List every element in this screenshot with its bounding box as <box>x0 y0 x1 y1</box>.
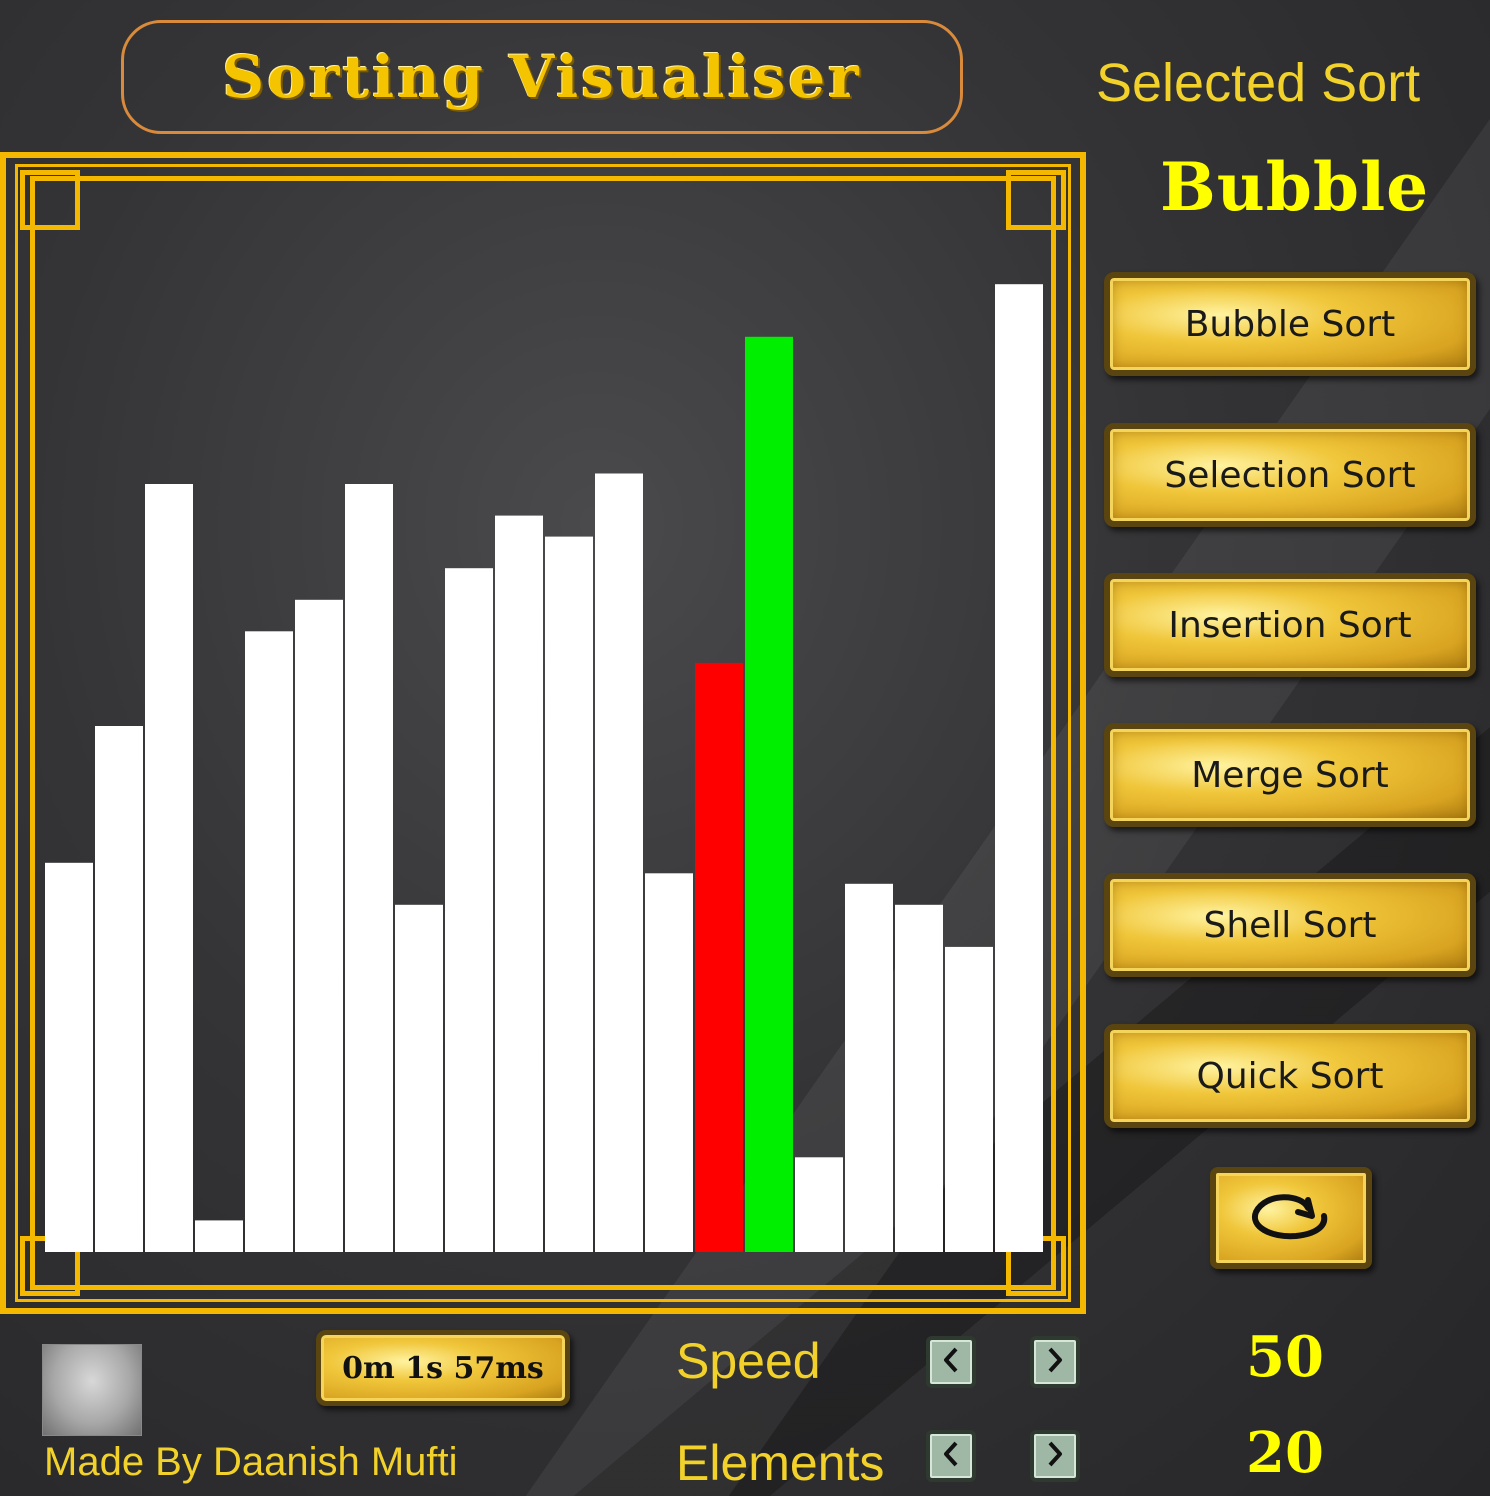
selection-sort-button[interactable]: Selection Sort <box>1104 423 1476 527</box>
bar-chart-svg <box>45 284 1043 1252</box>
bar <box>595 473 643 1252</box>
bar-compare <box>695 662 743 1252</box>
elements-label: Elements <box>676 1435 885 1491</box>
timer-display: 0m 1s 57ms <box>316 1330 570 1406</box>
bar <box>345 484 393 1252</box>
bar <box>45 862 93 1252</box>
speed-increase-button[interactable] <box>1030 1336 1080 1388</box>
speed-label: Speed <box>676 1333 821 1389</box>
bar-active <box>745 336 793 1252</box>
bar <box>995 284 1043 1252</box>
chevron-left-icon <box>940 1439 962 1474</box>
chevron-right-icon <box>1044 1439 1066 1474</box>
quick-sort-button[interactable]: Quick Sort <box>1104 1024 1476 1128</box>
author-avatar <box>42 1344 142 1436</box>
bubble-sort-button[interactable]: Bubble Sort <box>1104 272 1476 376</box>
selected-sort-value: Bubble <box>1160 148 1430 226</box>
speed-value: 50 <box>1246 1324 1324 1390</box>
bar <box>395 904 443 1252</box>
bar <box>145 484 193 1252</box>
elements-value: 20 <box>1246 1420 1324 1486</box>
bar <box>445 568 493 1252</box>
credit-text: Made By Daanish Mufti <box>44 1440 458 1484</box>
shell-sort-button[interactable]: Shell Sort <box>1104 873 1476 977</box>
bar <box>895 904 943 1252</box>
title-box: Sorting Visualiser <box>121 20 963 134</box>
reset-button[interactable] <box>1210 1167 1372 1269</box>
elements-increase-button[interactable] <box>1030 1430 1080 1482</box>
elements-decrease-button[interactable] <box>926 1430 976 1482</box>
bar-chart <box>45 200 1045 1252</box>
bar <box>495 515 543 1252</box>
app-title: Sorting Visualiser <box>222 43 862 111</box>
speed-decrease-button[interactable] <box>926 1336 976 1388</box>
selected-sort-label: Selected Sort <box>1096 53 1421 113</box>
chevron-right-icon <box>1044 1345 1066 1380</box>
chevron-left-icon <box>940 1345 962 1380</box>
bar <box>945 946 993 1252</box>
bar <box>245 631 293 1252</box>
bar <box>845 883 893 1252</box>
bar <box>195 1220 243 1252</box>
reset-arrow-icon <box>1246 1186 1336 1251</box>
bar <box>645 873 693 1252</box>
insertion-sort-button[interactable]: Insertion Sort <box>1104 573 1476 677</box>
bar <box>545 536 593 1252</box>
bar <box>95 726 143 1252</box>
merge-sort-button[interactable]: Merge Sort <box>1104 723 1476 827</box>
bar <box>295 599 343 1252</box>
bar <box>795 1157 843 1252</box>
